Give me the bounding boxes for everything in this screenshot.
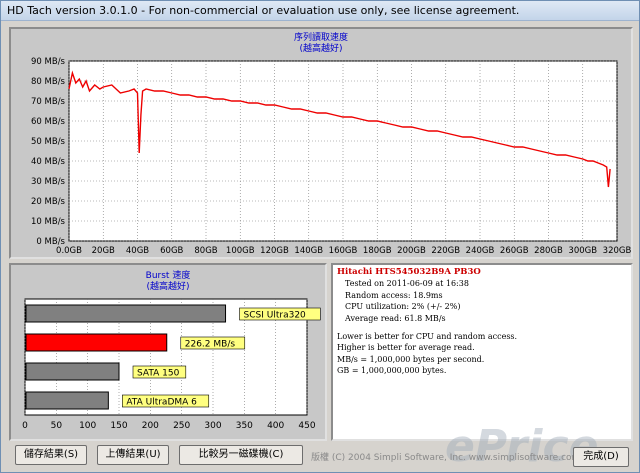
note-mbs: MB/s = 1,000,000 bytes per second. <box>337 354 485 364</box>
x-tick-label: 20GB <box>92 246 115 256</box>
drive-name: Hitachi HTS545032B9A PB3O <box>337 267 481 277</box>
burst-chart: 0 50 100 150 200 250 300 350 400 450 SCSI Ultra320… <box>22 298 321 431</box>
title-bar: HD Tach version 3.0.1.0 - For non-commer… <box>1 1 639 21</box>
app-window: HD Tach version 3.0.1.0 - For non-commer… <box>0 0 640 473</box>
done-button[interactable]: 完成(D) <box>573 447 629 467</box>
burst-tick-label: 350 <box>236 421 253 431</box>
compare-drive-button[interactable]: 比較另一磁碟機(C) <box>179 445 303 465</box>
y-tick-label: 70 MB/s <box>31 97 66 107</box>
window-title: HD Tach version 3.0.1.0 - For non-commer… <box>7 4 520 17</box>
x-tick-label: 160GB <box>329 246 358 256</box>
x-tick-label: 140GB <box>294 246 323 256</box>
burst-bar-label: SCSI Ultra320 <box>244 311 307 321</box>
sequential-read-panel: 序列讀取速度 (越高越好) 0 MB/s 10 MB/s 20 MB/s 30 MB/… <box>9 27 633 259</box>
y-tick-label: 20 MB/s <box>31 197 66 207</box>
x-tick-label: 60GB <box>160 246 183 256</box>
burst-tick-label: 400 <box>267 421 284 431</box>
burst-bar-label: 226.2 MB/s <box>185 340 236 350</box>
drive-info-panel: Hitachi HTS545032B9A PB3O Tested on 2011… <box>331 263 633 441</box>
y-tick-label: 90 MB/s <box>31 57 66 67</box>
burst-bar <box>25 333 168 352</box>
x-tick-label: 220GB <box>431 246 460 256</box>
burst-bar-label: SATA 150 <box>137 369 180 379</box>
x-tick-label: 240GB <box>466 246 495 256</box>
x-tick-label: 100GB <box>226 246 255 256</box>
burst-bar <box>25 362 120 381</box>
sequential-read-chart: 0 MB/s10 MB/s20 MB/s30 MB/s40 MB/s50 MB/… <box>31 57 631 256</box>
x-tick-label: 0.0GB <box>56 246 82 256</box>
save-results-button[interactable]: 儲存結果(S) <box>15 445 87 465</box>
upload-results-button[interactable]: 上傳結果(U) <box>97 445 169 465</box>
y-tick-label: 50 MB/s <box>31 137 66 147</box>
x-tick-label: 260GB <box>500 246 529 256</box>
burst-tick-label: 300 <box>204 421 221 431</box>
y-tick-label: 10 MB/s <box>31 217 66 227</box>
x-tick-label: 300GB <box>568 246 597 256</box>
x-tick-label: 80GB <box>194 246 217 256</box>
note-lower-better: Lower is better for CPU and random acces… <box>337 332 518 342</box>
burst-tick-label: 0 <box>22 421 28 431</box>
burst-bar <box>25 304 227 323</box>
note-gb: GB = 1,000,000,000 bytes. <box>337 366 447 376</box>
average-read: Average read: 61.8 MB/s <box>345 313 446 323</box>
y-tick-label: 30 MB/s <box>31 177 66 187</box>
y-tick-label: 40 MB/s <box>31 157 66 167</box>
x-tick-label: 200GB <box>397 246 426 256</box>
burst-tick-label: 100 <box>79 421 96 431</box>
burst-tick-label: 50 <box>51 421 63 431</box>
burst-tick-label: 250 <box>173 421 190 431</box>
y-tick-label: 60 MB/s <box>31 117 66 127</box>
tested-on: Tested on 2011-06-09 at 16:38 <box>345 279 469 289</box>
note-higher-better: Higher is better for average read. <box>337 343 475 353</box>
burst-tick-label: 200 <box>142 421 159 431</box>
burst-panel: Burst 速度 (越高越好) 0 50 100 150 200 250 300 350 400… <box>9 263 327 441</box>
x-tick-label: 40GB <box>126 246 149 256</box>
random-access: Random access: 18.9ms <box>345 290 443 300</box>
x-tick-label: 320GB <box>603 246 631 256</box>
burst-tick-label: 150 <box>110 421 127 431</box>
cpu-utilization: CPU utilization: 2% (+/- 2%) <box>345 302 461 312</box>
burst-bar <box>25 391 109 410</box>
burst-bar-label: ATA UltraDMA 6 <box>126 398 197 408</box>
copyright-text: 版權 (C) 2004 Simpli Software, Inc. www.si… <box>311 453 581 463</box>
y-tick-label: 80 MB/s <box>31 77 66 87</box>
x-tick-label: 180GB <box>363 246 392 256</box>
x-tick-label: 280GB <box>534 246 563 256</box>
burst-tick-label: 450 <box>298 421 315 431</box>
x-tick-label: 120GB <box>260 246 289 256</box>
